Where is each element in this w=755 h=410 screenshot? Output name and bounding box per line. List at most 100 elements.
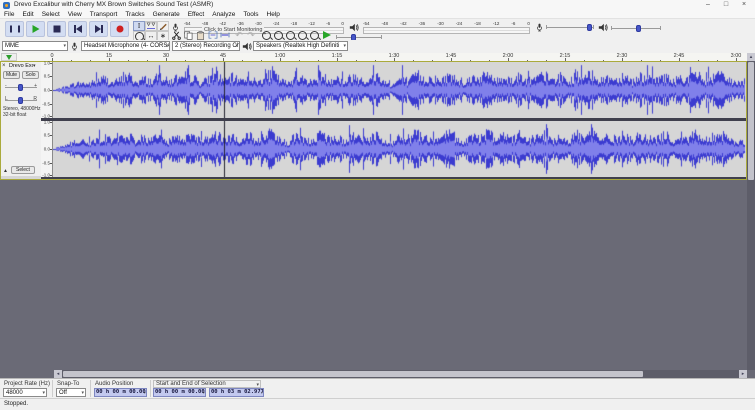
- play-button[interactable]: [26, 21, 45, 37]
- scroll-left-icon[interactable]: ◂: [54, 370, 62, 378]
- pause-button[interactable]: [5, 21, 24, 37]
- meter-tick-label: -30: [255, 21, 262, 26]
- timeline-label: 45: [219, 53, 227, 59]
- timeline-label: 2:30: [616, 53, 628, 59]
- playback-meter-speaker-button[interactable]: [349, 23, 360, 33]
- snap-to-label: Snap-To: [57, 381, 80, 387]
- maximize-button[interactable]: □: [718, 0, 734, 10]
- copy-button[interactable]: [182, 30, 194, 40]
- zoom-in-button[interactable]: +: [260, 30, 272, 40]
- menu-item-view[interactable]: View: [64, 11, 86, 18]
- menu-item-tools[interactable]: Tools: [239, 11, 262, 18]
- playback-volume-slider[interactable]: [611, 25, 661, 32]
- menu-item-file[interactable]: File: [0, 11, 18, 18]
- trim-audio-button[interactable]: [207, 30, 219, 40]
- paste-button[interactable]: [194, 30, 206, 40]
- stop-button[interactable]: [47, 21, 66, 37]
- play-at-speed-button[interactable]: [323, 31, 331, 39]
- recording-device-select[interactable]: Headset Microphone (4- CORSAIR: [81, 41, 170, 51]
- track-close-icon[interactable]: ×: [2, 63, 9, 69]
- playback-speed-slider[interactable]: [336, 34, 382, 41]
- scroll-right-icon[interactable]: ▸: [739, 370, 747, 378]
- menu-item-analyze[interactable]: Analyze: [208, 11, 239, 18]
- gain-slider[interactable]: - +: [5, 83, 37, 91]
- menu-item-generate[interactable]: Generate: [149, 11, 184, 18]
- status-bar: Stopped.: [0, 398, 755, 410]
- meter-tick-label: -42: [400, 21, 407, 26]
- output-device-icon-wrap: [242, 42, 252, 51]
- horizontal-scroll-thumb[interactable]: [63, 371, 643, 377]
- amplitude-tick: [50, 76, 52, 77]
- audio-host-select[interactable]: MME: [2, 41, 68, 51]
- meter-tick-label: -24: [272, 21, 280, 26]
- timeline-label: 30: [162, 53, 170, 59]
- fit-selection-button[interactable]: [284, 30, 296, 40]
- audio-position-label: Audio Position: [95, 381, 134, 387]
- record-icon: [116, 25, 123, 33]
- audio-position-field[interactable]: 00 h 00 m 00.000 s: [94, 388, 147, 397]
- playback-volume-thumb[interactable]: [635, 25, 641, 32]
- menu-item-help[interactable]: Help: [263, 11, 284, 18]
- silence-icon: [220, 32, 230, 38]
- snap-to-select[interactable]: Off: [56, 388, 86, 397]
- pan-slider[interactable]: L R: [5, 96, 37, 104]
- minimize-button[interactable]: –: [700, 0, 716, 10]
- playback-device-select[interactable]: Speakers (Realtek High Definiti: [253, 41, 348, 51]
- envelope-icon: [146, 22, 156, 29]
- selection-end-field[interactable]: 00 h 03 m 02.977 s: [209, 388, 264, 397]
- meter-tick-label: 0: [341, 21, 344, 26]
- vertical-scrollbar[interactable]: ▴ ▾: [747, 53, 755, 378]
- envelope-tool-button[interactable]: [145, 21, 157, 31]
- close-button[interactable]: ×: [736, 0, 752, 10]
- horizontal-scrollbar[interactable]: ◂ ▸: [54, 370, 747, 378]
- pan-thumb[interactable]: [18, 97, 23, 104]
- vertical-scroll-thumb[interactable]: [748, 62, 754, 180]
- gain-plus-label: +: [34, 83, 37, 89]
- redo-button[interactable]: ↷: [245, 30, 257, 40]
- cut-button[interactable]: [170, 30, 182, 40]
- scroll-up-icon[interactable]: ▴: [747, 53, 755, 61]
- vertical-ruler-right-channel[interactable]: 1.0 0.5 0.0 -0.5 -1.0: [41, 120, 53, 178]
- recording-volume-thumb[interactable]: [587, 24, 593, 31]
- track-select-button[interactable]: Select: [11, 166, 35, 174]
- collapse-track-icon[interactable]: ▲: [3, 168, 8, 174]
- menu-item-select[interactable]: Select: [38, 11, 64, 18]
- recording-volume-slider[interactable]: [546, 24, 594, 31]
- gain-thumb[interactable]: [18, 84, 23, 91]
- fit-project-button[interactable]: [296, 30, 308, 40]
- stop-icon: [53, 25, 60, 33]
- skip-to-end-button[interactable]: [89, 21, 108, 37]
- solo-button[interactable]: Solo: [22, 71, 39, 79]
- record-button[interactable]: [110, 21, 129, 37]
- vertical-ruler-left-channel[interactable]: 1.0 0.5 0.0 -0.5 -1.0: [41, 61, 53, 119]
- project-rate-select[interactable]: 48000: [3, 388, 47, 397]
- menu-item-effect[interactable]: Effect: [184, 11, 209, 18]
- zoom-toggle-button[interactable]: [308, 30, 320, 40]
- pinned-playhead-button[interactable]: [1, 53, 17, 61]
- recording-channels-select[interactable]: 2 (Stereo) Recording Cha: [172, 41, 240, 51]
- meter-tick-label: -30: [437, 21, 444, 26]
- selection-toolbar: Project Rate (Hz) 48000 Snap-To Off Audi…: [0, 378, 755, 399]
- draw-tool-button[interactable]: [157, 21, 169, 31]
- selection-start-field[interactable]: 00 h 00 m 00.000 s: [153, 388, 206, 397]
- selection-mode-select[interactable]: Start and End of Selection: [153, 380, 261, 388]
- zoom-out-button[interactable]: −: [272, 30, 284, 40]
- selection-tool-button[interactable]: I: [133, 21, 145, 31]
- menu-item-transport[interactable]: Transport: [86, 11, 122, 18]
- microphone-icon: [72, 42, 77, 51]
- menu-item-tracks[interactable]: Tracks: [121, 11, 148, 18]
- silence-audio-button[interactable]: [219, 30, 231, 40]
- waveform-right-channel[interactable]: [53, 121, 746, 177]
- track-menu-caret-icon[interactable]: ▾: [33, 63, 36, 69]
- undo-button[interactable]: ↶: [233, 30, 245, 40]
- scissors-icon: [171, 31, 181, 40]
- track-title[interactable]: Drevo Excal: [9, 63, 33, 69]
- menu-item-edit[interactable]: Edit: [18, 11, 37, 18]
- speaker-icon: [598, 23, 608, 32]
- zoom-selection-icon: [285, 30, 295, 40]
- mute-button[interactable]: Mute: [3, 71, 20, 79]
- waveform-left-channel[interactable]: [53, 62, 746, 118]
- meter-tick-label: -54: [184, 21, 191, 26]
- skip-to-start-button[interactable]: [68, 21, 87, 37]
- meter-tick-label: -48: [201, 21, 209, 26]
